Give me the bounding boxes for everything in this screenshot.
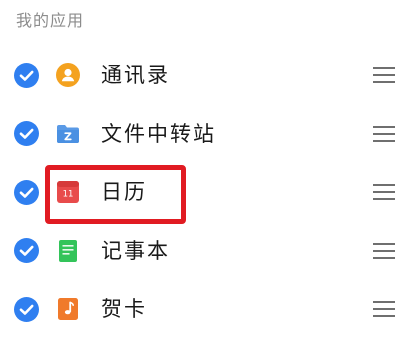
checkbox-checked[interactable] (14, 238, 39, 264)
notepad-icon (56, 239, 80, 263)
checkbox-checked[interactable] (14, 121, 39, 147)
my-apps-screen: 我的应用 通讯录 文件中转站 11 日历 记事本 贺卡 (0, 0, 400, 340)
checkmark-icon (19, 304, 34, 315)
app-row-notepad[interactable]: 记事本 (0, 222, 400, 281)
app-name: 通讯录 (101, 63, 170, 88)
app-list: 通讯录 文件中转站 11 日历 记事本 贺卡 (0, 46, 400, 339)
checkmark-icon (19, 70, 34, 81)
checkbox-checked[interactable] (14, 62, 39, 88)
calendar-icon: 11 (56, 180, 80, 204)
app-row-file-transfer[interactable]: 文件中转站 (0, 105, 400, 164)
checkmark-icon (19, 187, 34, 198)
section-title: 我的应用 (16, 11, 85, 30)
drag-handle-icon[interactable] (373, 67, 395, 84)
app-name: 文件中转站 (101, 121, 216, 146)
drag-handle-icon[interactable] (373, 125, 395, 142)
app-name: 日历 (101, 180, 147, 205)
checkbox-checked[interactable] (14, 179, 39, 205)
app-row-calendar[interactable]: 11 日历 (0, 163, 400, 222)
drag-handle-icon[interactable] (373, 242, 395, 259)
drag-handle-icon[interactable] (373, 301, 395, 318)
calendar-date: 11 (63, 190, 74, 200)
app-row-greeting-card[interactable]: 贺卡 (0, 280, 400, 339)
folder-icon (56, 122, 80, 146)
greeting-card-icon (56, 297, 80, 321)
app-name: 贺卡 (101, 297, 147, 322)
contacts-icon (56, 63, 80, 88)
drag-handle-icon[interactable] (373, 184, 395, 201)
checkmark-icon (19, 128, 34, 140)
checkbox-checked[interactable] (14, 296, 39, 322)
app-row-contacts[interactable]: 通讯录 (0, 46, 400, 105)
app-name: 记事本 (101, 238, 170, 263)
checkmark-icon (19, 245, 34, 257)
